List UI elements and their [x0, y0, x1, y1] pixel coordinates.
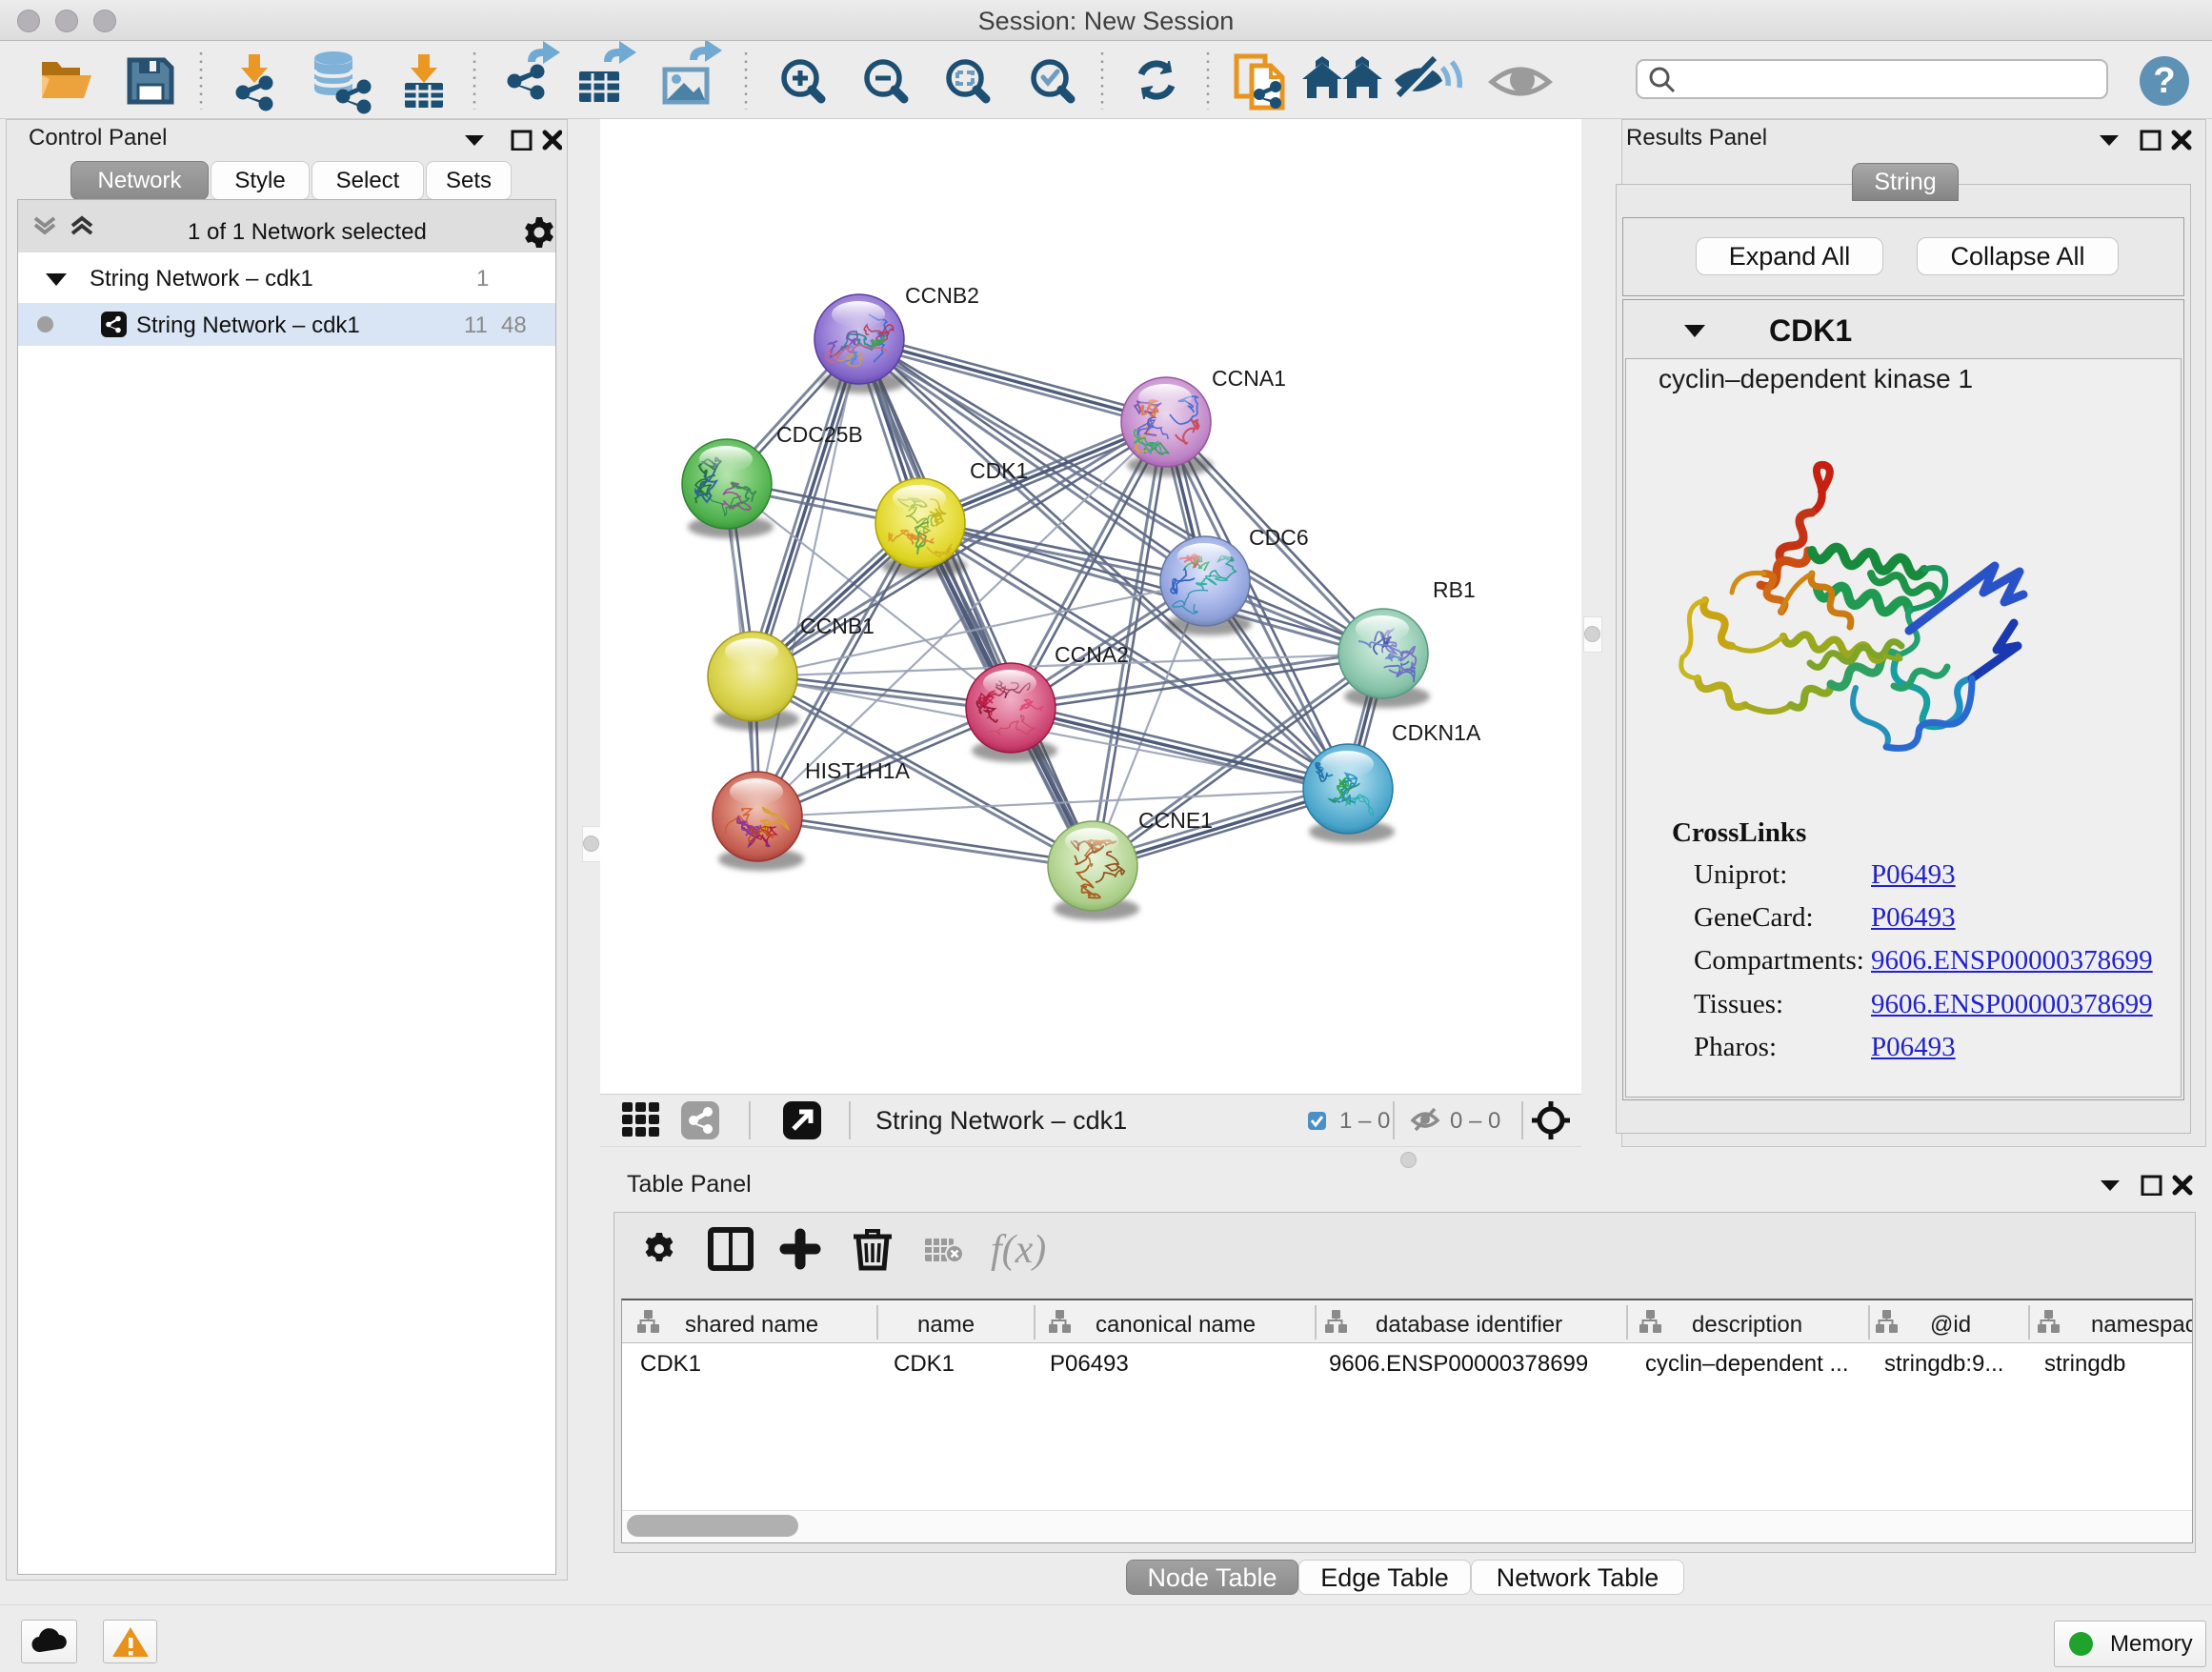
svg-text:@id: @id — [1930, 1312, 1971, 1338]
svg-text:CCNB2: CCNB2 — [905, 283, 979, 308]
svg-text:CDC6: CDC6 — [1249, 525, 1309, 550]
svg-text:f(x): f(x) — [991, 1228, 1046, 1272]
svg-text:name: name — [917, 1312, 975, 1338]
svg-text:CDC25B: CDC25B — [776, 422, 863, 447]
svg-text:String Network – cdk1: String Network – cdk1 — [875, 1106, 1127, 1135]
svg-text:database identifier: database identifier — [1376, 1312, 1562, 1338]
svg-text:shared name: shared name — [685, 1312, 818, 1338]
svg-text:CDKN1A: CDKN1A — [1392, 720, 1481, 745]
svg-text:CCNA2: CCNA2 — [1055, 642, 1129, 667]
svg-text:canonical name: canonical name — [1096, 1312, 1256, 1338]
svg-text:1 – 0: 1 – 0 — [1339, 1108, 1390, 1134]
svg-text:CDK1: CDK1 — [970, 458, 1028, 483]
svg-text:HIST1H1A: HIST1H1A — [805, 758, 911, 783]
svg-text:0 – 0: 0 – 0 — [1450, 1108, 1500, 1134]
svg-text:RB1: RB1 — [1433, 577, 1476, 602]
svg-text:CCNB1: CCNB1 — [800, 614, 875, 638]
svg-text:CCNA1: CCNA1 — [1212, 366, 1286, 391]
svg-text:namespace: namespace — [2091, 1312, 2192, 1338]
svg-text:description: description — [1692, 1312, 1802, 1338]
svg-text:CCNE1: CCNE1 — [1138, 808, 1213, 833]
